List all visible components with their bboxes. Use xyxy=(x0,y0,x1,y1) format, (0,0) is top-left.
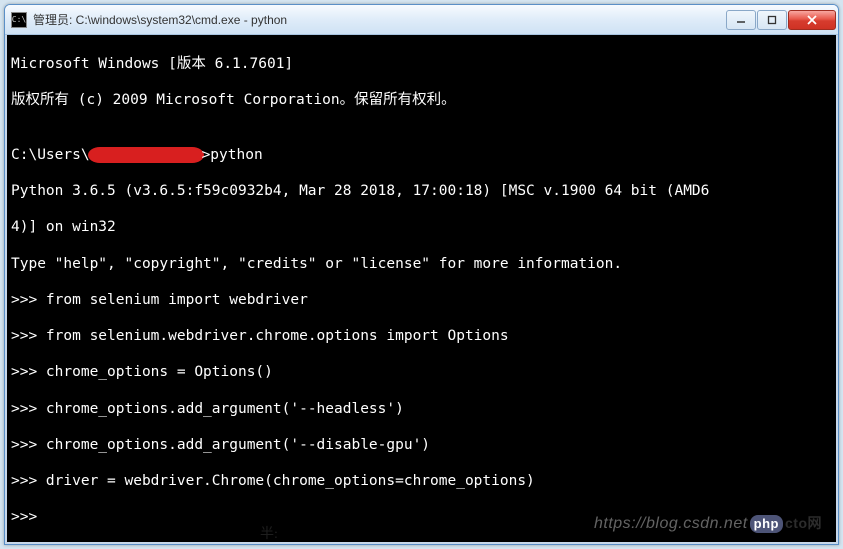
output-line: 版权所有 (c) 2009 Microsoft Corporation。保留所有… xyxy=(11,91,832,109)
prompt-line: C:\Users\ >python xyxy=(11,146,832,164)
prompt-path: C:\Users\ xyxy=(11,147,90,163)
titlebar[interactable]: C:\ 管理员: C:\windows\system32\cmd.exe - p… xyxy=(5,5,838,35)
cmd-window: C:\ 管理员: C:\windows\system32\cmd.exe - p… xyxy=(4,4,839,545)
repl-line: >>> from selenium import webdriver xyxy=(11,291,832,309)
redacted-username xyxy=(88,147,204,163)
repl-prompt: >>> xyxy=(11,328,46,344)
repl-line: >>> driver = webdriver.Chrome(chrome_opt… xyxy=(11,472,832,490)
repl-input: chrome_options.add_argument('--headless'… xyxy=(46,401,404,417)
repl-line: >>> chrome_options.add_argument('--disab… xyxy=(11,436,832,454)
output-line: Microsoft Windows [版本 6.1.7601] xyxy=(11,55,832,73)
output-line: Python 3.6.5 (v3.6.5:f59c0932b4, Mar 28 … xyxy=(11,182,832,200)
window-controls xyxy=(726,10,836,30)
output-line: 4)] on win32 xyxy=(11,218,832,236)
repl-prompt: >>> xyxy=(11,509,46,525)
repl-prompt: >>> xyxy=(11,292,46,308)
repl-input: from selenium.webdriver.chrome.options i… xyxy=(46,328,509,344)
repl-input: chrome_options.add_argument('--disable-g… xyxy=(46,437,430,453)
repl-prompt: >>> xyxy=(11,437,46,453)
app-icon: C:\ xyxy=(11,12,27,28)
minimize-button[interactable] xyxy=(726,10,756,30)
repl-prompt: >>> xyxy=(11,401,46,417)
maximize-button[interactable] xyxy=(757,10,787,30)
repl-line: >>> chrome_options.add_argument('--headl… xyxy=(11,400,832,418)
repl-line: >>> chrome_options = Options() xyxy=(11,363,832,381)
repl-input: driver = webdriver.Chrome(chrome_options… xyxy=(46,473,535,489)
close-button[interactable] xyxy=(788,10,836,30)
repl-input: chrome_options = Options() xyxy=(46,364,273,380)
repl-prompt: >>> xyxy=(11,473,46,489)
window-title: 管理员: C:\windows\system32\cmd.exe - pytho… xyxy=(33,11,726,28)
prompt-command: >python xyxy=(202,147,263,163)
output-line: Type "help", "copyright", "credits" or "… xyxy=(11,255,832,273)
repl-input: from selenium import webdriver xyxy=(46,292,308,308)
repl-line: >>> from selenium.webdriver.chrome.optio… xyxy=(11,327,832,345)
repl-prompt: >>> xyxy=(11,364,46,380)
terminal-output[interactable]: Microsoft Windows [版本 6.1.7601] 版权所有 (c)… xyxy=(5,35,838,544)
repl-line: >>> xyxy=(11,508,832,526)
